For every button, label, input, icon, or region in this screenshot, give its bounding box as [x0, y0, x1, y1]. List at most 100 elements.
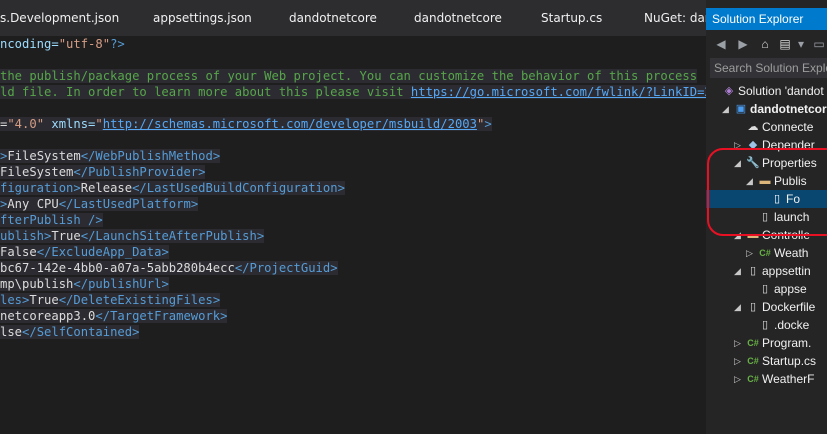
forward-icon[interactable]: ▶ — [736, 37, 750, 51]
code-line: netcoreapp3.0</TargetFramework> — [0, 308, 228, 324]
collapse-icon[interactable]: ▭ — [812, 37, 826, 51]
tree-item-label: dandotnetcore — [750, 102, 827, 116]
tree-item[interactable]: ◢ ▯ Dockerfile — [706, 298, 827, 316]
code-token: > — [330, 261, 338, 275]
tree-item-label: Startup.cs — [762, 354, 817, 368]
code-token: > — [73, 181, 81, 195]
solution-icon: ◈ — [724, 85, 734, 97]
expanded-arrow-icon[interactable]: ◢ — [734, 262, 741, 280]
tree-item[interactable]: ▷ C# WeatherF — [706, 370, 827, 388]
code-token: False — [0, 245, 37, 259]
code-line: ld file. In order to learn more about th… — [0, 84, 706, 100]
code-token: </ — [36, 245, 52, 259]
code-token: > — [220, 309, 228, 323]
code-token: > — [161, 277, 169, 291]
code-link[interactable]: https://go.microsoft.com/fwlink/?LinkID=… — [411, 85, 706, 99]
tree-item[interactable]: ▯ .docke — [706, 316, 827, 334]
tree-item-label: Dockerfile — [762, 300, 816, 314]
json-file-icon: ▯ — [749, 265, 757, 277]
code-line-text: >Any CPU</LastUsedPlatform> — [0, 197, 199, 211]
code-token: publishUrl — [88, 277, 162, 291]
code-token: les — [0, 293, 23, 307]
code-token: </ — [73, 277, 89, 291]
tree-item[interactable]: ◢ ▣ dandotnetcore — [706, 100, 827, 118]
code-token: SelfContained — [36, 325, 133, 339]
csharp-file-icon: C# — [747, 374, 759, 384]
tree-item[interactable]: ◢ ▯ appsettin — [706, 262, 827, 280]
tree-item[interactable]: ◈ Solution 'dandot — [706, 82, 827, 100]
code-token: ncoding= — [0, 37, 59, 51]
code-line-text: ld file. In order to learn more about th… — [0, 85, 706, 99]
code-line-text: bc67-142e-4bb0-a07a-5abb280b4ecc</Projec… — [0, 261, 338, 275]
code-line: mp\publish</publishUrl> — [0, 276, 169, 292]
code-link[interactable]: http://schemas.microsoft.com/developer/m… — [103, 117, 477, 131]
code-token: > — [484, 117, 492, 131]
expanded-arrow-icon[interactable]: ◢ — [722, 100, 729, 118]
code-line-text: ncoding="utf-8"?> — [0, 37, 125, 51]
tree-item-label: Weath — [774, 246, 809, 260]
collapsed-arrow-icon[interactable]: ▷ — [734, 334, 741, 352]
tree-item-label: Program. — [762, 336, 812, 350]
tree-item[interactable]: ▷ C# Startup.cs — [706, 352, 827, 370]
tree-item[interactable]: ▯ appse — [706, 280, 827, 298]
code-token: " — [95, 117, 103, 131]
back-icon[interactable]: ◀ — [714, 37, 728, 51]
code-token: figuration — [0, 181, 74, 195]
sync-icon[interactable]: ▤ — [778, 37, 792, 51]
project-icon: ▣ — [735, 103, 747, 115]
csharp-file-icon: C# — [747, 338, 759, 348]
code-token: fterPublish /> — [0, 213, 103, 227]
collapsed-arrow-icon[interactable]: ▷ — [734, 370, 741, 388]
code-line: les>True</DeleteExistingFiles> — [0, 292, 221, 308]
code-line-text: netcoreapp3.0</TargetFramework> — [0, 309, 228, 323]
code-token: </ — [80, 149, 96, 163]
tree-item-label: Solution 'dandot — [738, 84, 824, 98]
chevron-down-icon[interactable]: ▾ — [794, 37, 808, 51]
annotation-highlight — [707, 148, 827, 236]
tree-item-label: .docke — [774, 318, 810, 332]
home-icon[interactable]: ⌂ — [758, 37, 772, 51]
code-line: >FileSystem</WebPublishMethod> — [0, 148, 221, 164]
code-token: True — [29, 293, 59, 307]
connected-services-icon: ☁ — [747, 121, 759, 133]
json-file-icon: ▯ — [761, 283, 769, 295]
tab-appsettings-json[interactable]: appsettings.json — [153, 0, 252, 36]
code-token: ?> — [110, 37, 125, 51]
tree-item-label: Connecte — [762, 120, 814, 134]
code-editor[interactable]: ncoding="utf-8"?> the publish/package pro… — [0, 36, 706, 434]
code-token: ProjectGuid — [249, 261, 331, 275]
tree-item[interactable]: ▷ C# Weath — [706, 244, 827, 262]
tree-item-label: appse — [774, 282, 807, 296]
solution-explorer-title[interactable]: Solution Explorer — [706, 8, 827, 30]
expanded-arrow-icon[interactable]: ◢ — [734, 298, 741, 316]
code-token: "4.0" — [7, 117, 45, 131]
code-line: ublish>True</LaunchSiteAfterPublish> — [0, 228, 265, 244]
code-line-text: >FileSystem</WebPublishMethod> — [0, 149, 221, 163]
tree-item[interactable]: ☁ Connecte — [706, 118, 827, 136]
code-token: DeleteExistingFiles — [73, 293, 213, 307]
collapsed-arrow-icon[interactable]: ▷ — [746, 244, 753, 262]
code-line-text: False</ExcludeApp_Data> — [0, 245, 169, 259]
tree-item-label: WeatherF — [762, 372, 815, 386]
code-token: WebPublishMethod — [95, 149, 213, 163]
csharp-file-icon: C# — [747, 356, 759, 366]
tab-dandotnetcore-1[interactable]: dandotnetcore — [289, 0, 377, 36]
code-token: mp\publish — [0, 277, 74, 291]
code-line: the publish/package process of your Web … — [0, 68, 698, 84]
code-token: FileSystem — [7, 149, 81, 163]
collapsed-arrow-icon[interactable]: ▷ — [734, 352, 741, 370]
solution-search-input[interactable]: Search Solution Explo — [710, 58, 827, 78]
tree-item[interactable]: ▷ C# Program. — [706, 334, 827, 352]
tab-dandotnetcore-2[interactable]: dandotnetcore — [414, 0, 502, 36]
code-line: lse</SelfContained> — [0, 324, 140, 340]
code-token: TargetFramework — [110, 309, 221, 323]
code-token: > — [256, 229, 265, 243]
code-token: </ — [58, 293, 74, 307]
code-token: </ — [80, 229, 96, 243]
code-token: </ — [234, 261, 250, 275]
tab-startup-cs[interactable]: Startup.cs — [541, 0, 602, 36]
tab-nuget[interactable]: NuGet: dan — [644, 0, 712, 36]
code-line-text: mp\publish</publishUrl> — [0, 277, 169, 291]
code-line: bc67-142e-4bb0-a07a-5abb280b4ecc</Projec… — [0, 260, 338, 276]
tab-development-json[interactable]: s.Development.json — [0, 0, 119, 36]
